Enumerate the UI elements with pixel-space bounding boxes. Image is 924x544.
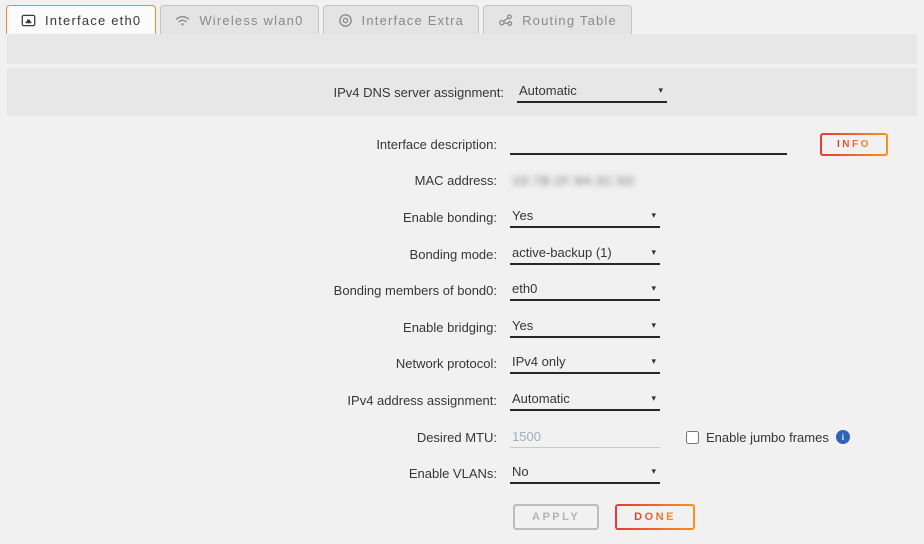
desired-mtu-row: Desired MTU: Enable jumbo frames i: [0, 419, 924, 456]
toolbar-band: [7, 34, 917, 64]
tab-bar: Interface eth0 Wireless wlan0 Interface …: [0, 0, 924, 34]
select-value: Automatic: [519, 83, 577, 98]
chevron-down-icon: ▾: [651, 393, 656, 404]
enable-bonding-select[interactable]: Yes ▾: [510, 207, 660, 228]
form-actions: APPLY DONE: [513, 504, 924, 530]
ipv4-assignment-select[interactable]: Automatic ▾: [510, 390, 660, 411]
done-button[interactable]: DONE: [615, 504, 695, 530]
enable-bridging-row: Enable bridging: Yes ▾: [0, 309, 924, 346]
info-button-label: INFO: [837, 139, 871, 150]
interface-settings-form: Interface description: INFO MAC address:…: [0, 116, 924, 530]
ipv4-assignment-row: IPv4 address assignment: Automatic ▾: [0, 382, 924, 419]
info-button[interactable]: INFO: [820, 133, 888, 156]
network-protocol-label: Network protocol:: [0, 356, 497, 371]
tab-wireless-wlan0[interactable]: Wireless wlan0: [160, 5, 318, 34]
tab-label: Interface eth0: [45, 13, 141, 28]
tab-interface-extra[interactable]: Interface Extra: [323, 5, 480, 34]
chevron-down-icon: ▾: [651, 320, 656, 331]
select-value: eth0: [512, 281, 537, 296]
enable-bridging-select[interactable]: Yes ▾: [510, 317, 660, 338]
enable-bridging-label: Enable bridging:: [0, 320, 497, 335]
select-value: No: [512, 464, 529, 479]
apply-button[interactable]: APPLY: [513, 504, 599, 530]
interface-description-label: Interface description:: [0, 137, 497, 152]
wifi-icon: [175, 13, 190, 28]
tab-interface-eth0[interactable]: Interface eth0: [6, 5, 156, 34]
chevron-down-icon: ▾: [651, 247, 656, 258]
bonding-members-select[interactable]: eth0 ▾: [510, 280, 660, 301]
share-nodes-icon: [498, 13, 513, 28]
done-button-label: DONE: [634, 511, 676, 523]
tab-label: Interface Extra: [362, 13, 465, 28]
dns-assignment-select[interactable]: Automatic ▾: [517, 82, 667, 103]
jumbo-frames-checkbox[interactable]: [686, 431, 699, 444]
chevron-down-icon: ▾: [651, 356, 656, 367]
chevron-down-icon: ▾: [651, 466, 656, 477]
dns-assignment-label: IPv4 DNS server assignment:: [7, 85, 504, 100]
ethernet-port-icon: [21, 13, 36, 28]
enable-vlans-row: Enable VLANs: No ▾: [0, 455, 924, 492]
ipv4-assignment-label: IPv4 address assignment:: [0, 393, 497, 408]
desired-mtu-label: Desired MTU:: [0, 430, 497, 445]
enable-bonding-label: Enable bonding:: [0, 210, 497, 225]
bonding-members-row: Bonding members of bond0: eth0 ▾: [0, 272, 924, 309]
network-protocol-row: Network protocol: IPv4 only ▾: [0, 346, 924, 383]
interface-description-row: Interface description: INFO: [0, 126, 924, 163]
enable-bonding-row: Enable bonding: Yes ▾: [0, 199, 924, 236]
info-circle-icon[interactable]: i: [836, 430, 850, 444]
select-value: Automatic: [512, 391, 570, 406]
mac-address-value: 1D:7B:2F:9A:3C:5D: [510, 174, 635, 188]
desired-mtu-input[interactable]: [510, 426, 660, 448]
bonding-members-label: Bonding members of bond0:: [0, 283, 497, 298]
chevron-down-icon: ▾: [651, 283, 656, 294]
jumbo-frames-group: Enable jumbo frames i: [686, 430, 850, 445]
chevron-down-icon: ▾: [651, 210, 656, 221]
jumbo-frames-label: Enable jumbo frames: [706, 430, 829, 445]
bonding-mode-label: Bonding mode:: [0, 247, 497, 262]
bonding-mode-row: Bonding mode: active-backup (1) ▾: [0, 236, 924, 273]
mac-address-label: MAC address:: [0, 173, 497, 188]
chevron-down-icon: ▾: [658, 85, 663, 96]
tab-routing-table[interactable]: Routing Table: [483, 5, 632, 34]
select-value: Yes: [512, 318, 533, 333]
bonding-mode-select[interactable]: active-backup (1) ▾: [510, 244, 660, 265]
select-value: Yes: [512, 208, 533, 223]
select-value: active-backup (1): [512, 245, 612, 260]
interface-description-input[interactable]: [510, 133, 787, 155]
dns-section: IPv4 DNS server assignment: Automatic ▾: [7, 68, 917, 116]
select-value: IPv4 only: [512, 354, 565, 369]
tab-label: Wireless wlan0: [199, 13, 303, 28]
network-protocol-select[interactable]: IPv4 only ▾: [510, 353, 660, 374]
enable-vlans-select[interactable]: No ▾: [510, 463, 660, 484]
tab-label: Routing Table: [522, 13, 617, 28]
mac-address-row: MAC address: 1D:7B:2F:9A:3C:5D: [0, 163, 924, 200]
enable-vlans-label: Enable VLANs:: [0, 466, 497, 481]
target-icon: [338, 13, 353, 28]
